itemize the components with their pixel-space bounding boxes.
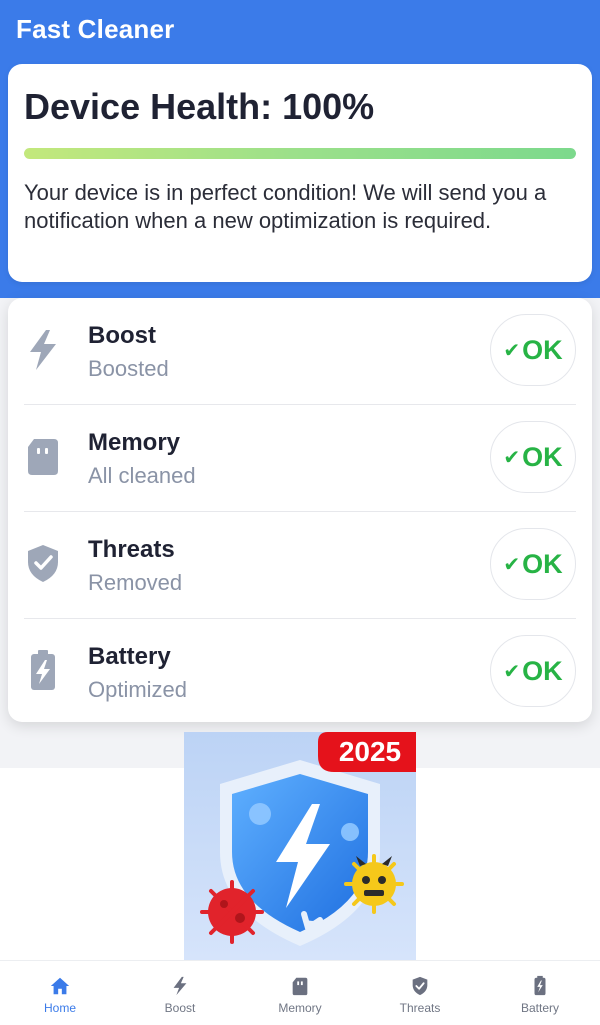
device-health-title: Device Health: 100% <box>24 86 375 127</box>
threats-ok-button[interactable]: ✔ OK <box>490 528 576 600</box>
year-badge-label: 2025 <box>338 736 402 767</box>
status-title: Memory <box>88 429 181 456</box>
status-row-memory[interactable]: Memory All cleaned ✔ OK <box>24 405 576 512</box>
shield-check-icon <box>412 976 428 996</box>
app-title: Fast Cleaner <box>16 14 175 44</box>
health-progress-bar <box>24 148 576 159</box>
sd-card-icon <box>24 433 62 479</box>
memory-ok-button[interactable]: ✔ OK <box>490 421 576 493</box>
device-health-card: Device Health: 100% Your device is in pe… <box>8 64 592 282</box>
status-subtitle: Boosted <box>88 356 169 381</box>
status-title: Threats <box>88 536 175 563</box>
boost-ok-button[interactable]: ✔ OK <box>490 314 576 386</box>
nav-home[interactable]: Home <box>0 961 120 1025</box>
ok-label: OK <box>522 334 563 365</box>
nav-label: Boost <box>164 1001 196 1015</box>
yellow-virus-icon <box>344 854 404 914</box>
promo-banner[interactable]: 2025 <box>184 732 416 960</box>
nav-label: Home <box>43 1001 76 1015</box>
battery-ok-button[interactable]: ✔ OK <box>490 635 576 707</box>
ok-label: OK <box>522 548 563 579</box>
status-title: Boost <box>88 322 156 349</box>
bolt-icon <box>24 326 62 372</box>
check-icon: ✔ <box>503 339 521 362</box>
status-title: Battery <box>88 643 171 670</box>
nav-threats[interactable]: Threats <box>360 961 480 1025</box>
nav-memory[interactable]: Memory <box>240 961 360 1025</box>
status-row-threats[interactable]: Threats Removed ✔ OK <box>24 512 576 619</box>
health-description: Your device is in perfect condition! We … <box>24 180 547 233</box>
nav-boost[interactable]: Boost <box>120 961 240 1025</box>
status-subtitle: All cleaned <box>88 463 196 488</box>
battery-icon <box>24 647 62 693</box>
nav-label: Threats <box>399 1001 441 1015</box>
sd-card-icon <box>292 977 308 996</box>
status-row-boost[interactable]: Boost Boosted ✔ OK <box>24 298 576 405</box>
nav-label: Memory <box>278 1001 322 1015</box>
health-progress-fill <box>24 148 576 159</box>
status-list: Boost Boosted ✔ OK Memory All cleaned ✔ OK <box>8 298 592 722</box>
shield-check-icon <box>24 540 62 586</box>
nav-label: Battery <box>520 1001 559 1015</box>
nav-battery[interactable]: Battery <box>480 961 600 1025</box>
red-virus-icon <box>200 880 264 944</box>
status-subtitle: Optimized <box>88 677 188 702</box>
bolt-icon <box>173 976 187 996</box>
check-icon: ✔ <box>503 553 521 576</box>
check-icon: ✔ <box>503 660 521 683</box>
bottom-navigation: Home Boost Memory Threats Battery <box>0 960 600 1025</box>
ok-label: OK <box>522 441 563 472</box>
ok-label: OK <box>522 655 563 686</box>
check-icon: ✔ <box>503 446 521 469</box>
battery-icon <box>534 975 546 996</box>
status-row-battery[interactable]: Battery Optimized ✔ OK <box>24 619 576 725</box>
status-subtitle: Removed <box>88 570 183 595</box>
home-icon <box>50 977 70 995</box>
